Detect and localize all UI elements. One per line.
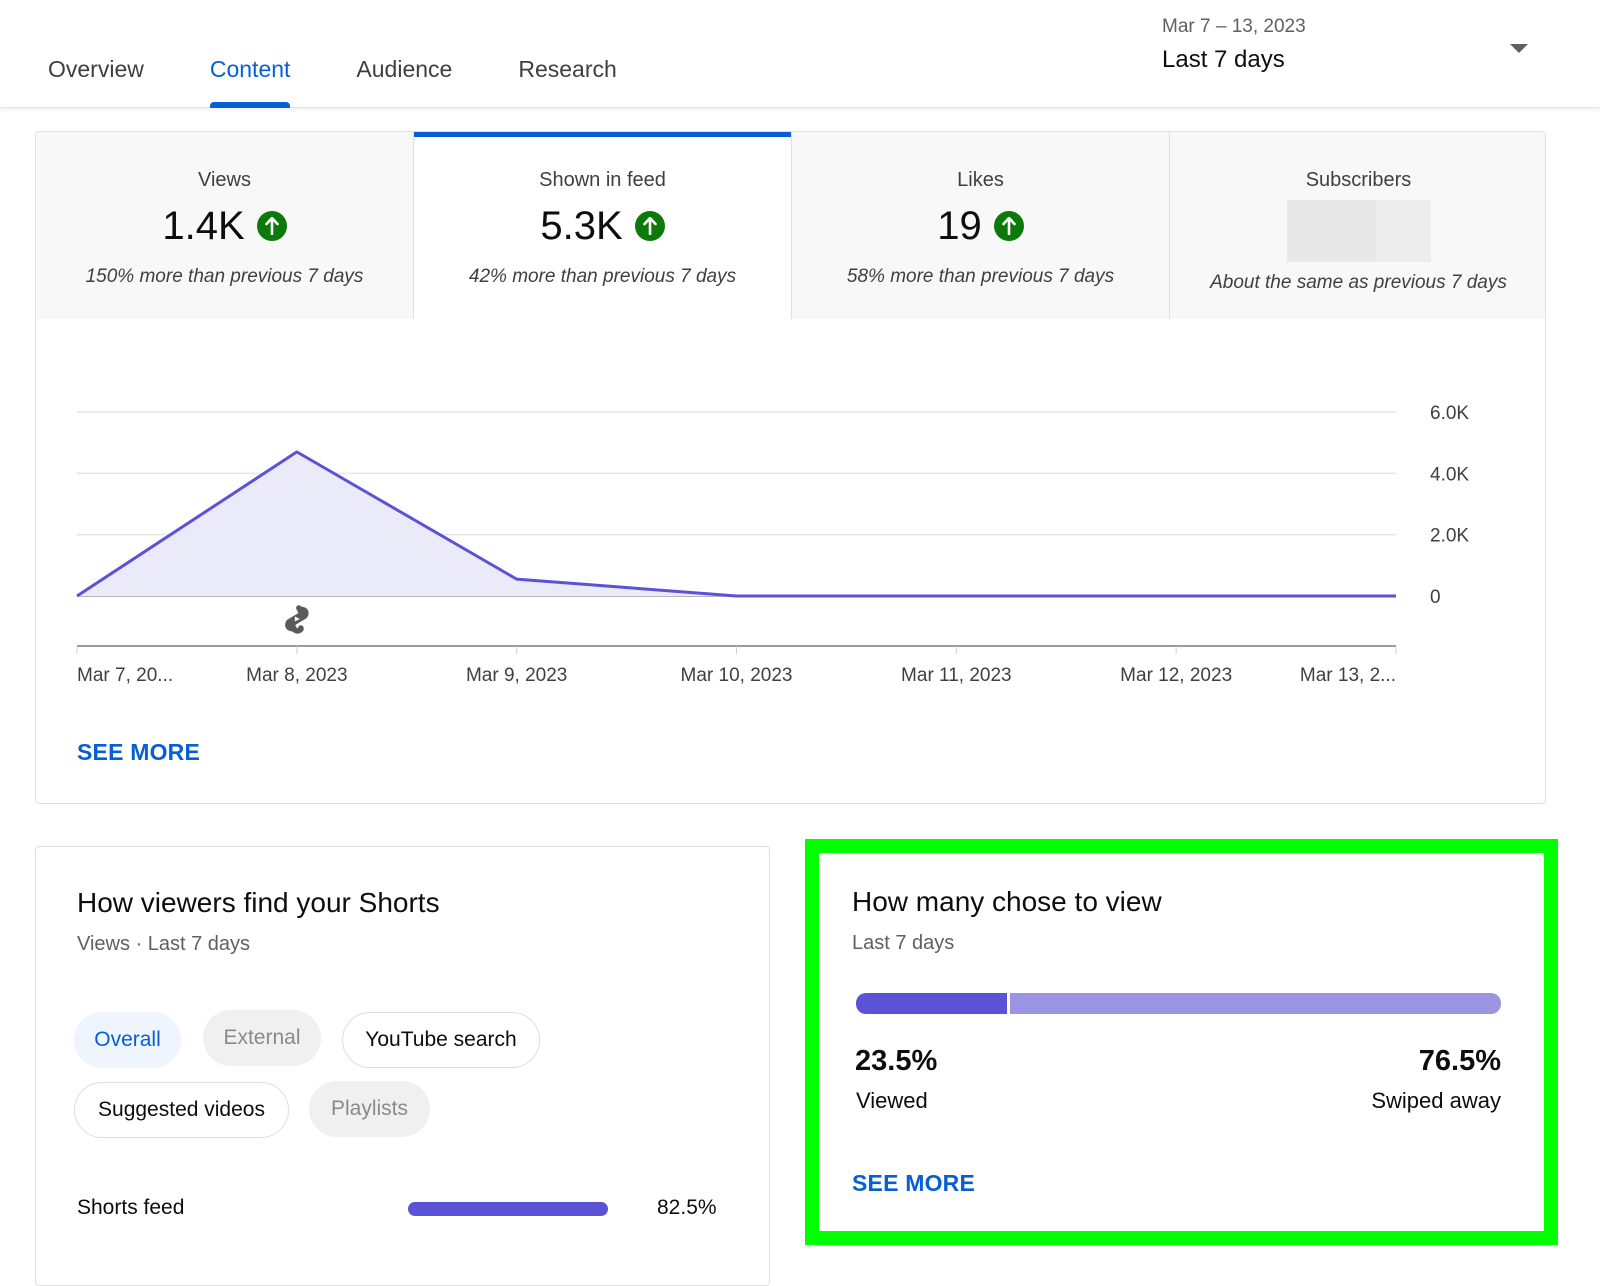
shown-in-feed-chart: 0 2.0K 4.0K 6.0K Mar 7, 20... Mar 8, 2023 Mar … [36, 319, 1545, 803]
chip-youtube-search[interactable]: YouTube search [342, 1012, 540, 1068]
source-bar-fill [408, 1202, 609, 1216]
source-bar [408, 1202, 651, 1216]
x-tick-label: Mar 13, 2... [1300, 665, 1396, 686]
tab-overview[interactable]: Overview [48, 0, 144, 108]
date-range-picker[interactable]: Mar 7 – 13, 2023 Last 7 days [1162, 16, 1562, 86]
y-tick-label: 4.0K [1430, 464, 1469, 485]
metric-value-row: 1.4K [36, 202, 413, 250]
metric-label: Views [198, 169, 251, 191]
metric-value-row: 5.3K [414, 202, 791, 250]
metric-label: Likes [957, 169, 1004, 191]
see-more-link[interactable]: SEE MORE [77, 739, 200, 766]
chip-external[interactable]: External [203, 1010, 321, 1066]
trend-up-icon [256, 211, 287, 241]
dropdown-triangle-icon[interactable] [1510, 44, 1528, 53]
tab-research[interactable]: Research [518, 0, 616, 108]
y-tick-label: 6.0K [1430, 403, 1469, 424]
highlight-annotation-box [805, 839, 1558, 1245]
x-tick-label: Mar 9, 2023 [466, 665, 567, 686]
x-tick-label: Mar 8, 2023 [246, 665, 347, 686]
analytics-tabs: Overview Content Audience Research [48, 0, 683, 108]
card-subtitle: Views · Last 7 days [77, 933, 251, 955]
metric-value: 5.3K [540, 203, 623, 248]
metric-value-row: 19 [792, 202, 1169, 250]
traffic-sources-card: How viewers find your Shorts Views · Las… [35, 846, 770, 1286]
chip-suggested-videos[interactable]: Suggested videos [74, 1082, 289, 1138]
metric-change-text: 42% more than previous 7 days [468, 266, 737, 287]
metric-tab-likes[interactable]: Likes 19 58% more than previous 7 days [792, 132, 1170, 319]
redacted-value-placeholder [1286, 200, 1431, 262]
metric-tab-shown-in-feed[interactable]: Shown in feed 5.3K 42% more than previou… [414, 132, 792, 319]
x-tick-label: Mar 12, 2023 [1120, 665, 1232, 686]
trend-up-icon [634, 211, 665, 241]
date-range-text: Mar 7 – 13, 2023 [1162, 16, 1306, 37]
tab-audience[interactable]: Audience [356, 0, 452, 108]
y-tick-label: 2.0K [1430, 526, 1469, 547]
source-label: Shorts feed [77, 1196, 185, 1219]
metric-value: 1.4K [162, 203, 245, 248]
metric-value-row [1170, 200, 1545, 262]
metric-value: 19 [937, 203, 982, 248]
metric-tabs: Views 1.4K 150% more than previous 7 day… [36, 132, 1545, 319]
shorts-icon[interactable] [285, 605, 309, 634]
metric-change-text: 58% more than previous 7 days [846, 266, 1115, 287]
card-title: How viewers find your Shorts [77, 887, 440, 918]
trend-up-icon [993, 211, 1024, 241]
y-tick-label: 0 [1430, 587, 1441, 608]
date-period-label: Last 7 days [1162, 46, 1285, 73]
line-chart-svg: 0 2.0K 4.0K 6.0K Mar 7, 20... Mar 8, 2023 Mar … [76, 403, 1469, 686]
x-tick-label: Mar 10, 2023 [681, 665, 793, 686]
metric-label: Subscribers [1305, 169, 1412, 191]
source-value: 82.5% [657, 1196, 717, 1219]
metric-label: Shown in feed [539, 169, 666, 191]
metric-change-text: 150% more than previous 7 days [85, 266, 364, 287]
chip-playlists[interactable]: Playlists [309, 1081, 430, 1137]
x-tick-label: Mar 11, 2023 [901, 665, 1012, 686]
chip-overall[interactable]: Overall [74, 1012, 181, 1068]
tab-content[interactable]: Content [209, 0, 290, 108]
metrics-chart-card: Views 1.4K 150% more than previous 7 day… [35, 131, 1546, 804]
metric-tab-subscribers[interactable]: Subscribers About the same as previous 7… [1170, 132, 1545, 319]
top-header: Overview Content Audience Research Mar 7… [0, 0, 1600, 108]
x-tick-label: Mar 7, 20... [77, 665, 173, 686]
metric-tab-views[interactable]: Views 1.4K 150% more than previous 7 day… [36, 132, 414, 319]
metric-change-text: About the same as previous 7 days [1210, 272, 1507, 293]
